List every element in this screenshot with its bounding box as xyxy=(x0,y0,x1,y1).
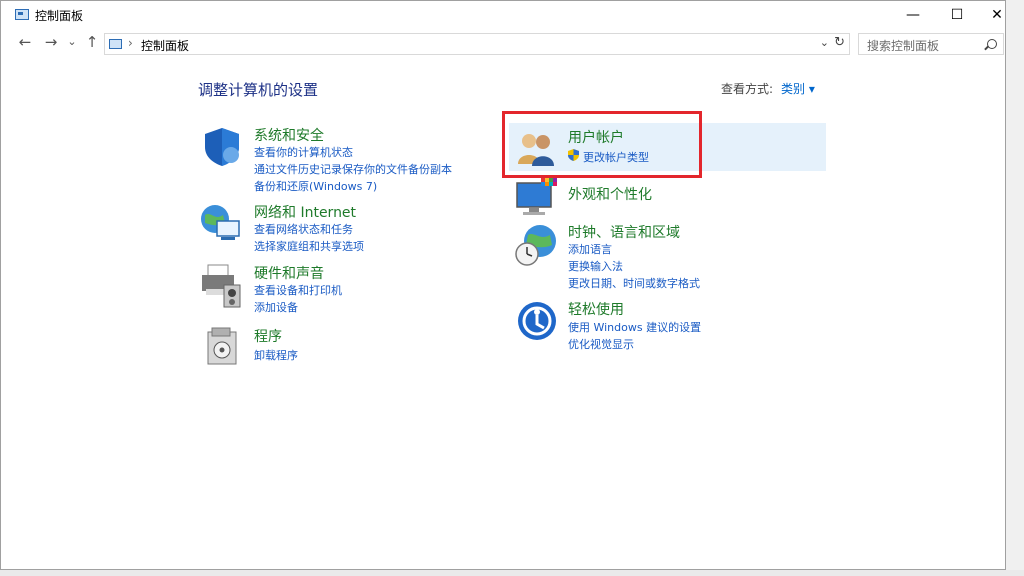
minimize-button[interactable]: — xyxy=(891,1,935,29)
search-icon[interactable] xyxy=(987,39,997,49)
category-hardware-sound[interactable]: 硬件和声音 xyxy=(254,263,324,283)
search-input[interactable]: 搜索控制面板 xyxy=(858,33,1004,55)
breadcrumb-control-panel[interactable]: 控制面板 xyxy=(141,37,189,54)
category-programs[interactable]: 程序 xyxy=(254,326,282,346)
link-devices-printers[interactable]: 查看设备和打印机 xyxy=(254,282,342,298)
printer-speaker-icon[interactable] xyxy=(200,263,244,309)
network-globe-icon[interactable] xyxy=(199,201,243,245)
category-ease-of-access[interactable]: 轻松使用 xyxy=(568,299,624,319)
link-network-status[interactable]: 查看网络状态和任务 xyxy=(254,221,353,237)
view-by-label: 查看方式: xyxy=(721,82,774,96)
link-file-history[interactable]: 通过文件历史记录保存你的文件备份副本 xyxy=(254,161,452,177)
link-view-computer-status[interactable]: 查看你的计算机状态 xyxy=(254,144,353,160)
window-title: 控制面板 xyxy=(35,9,84,23)
up-arrow-icon[interactable]: ↑ xyxy=(83,33,101,51)
programs-icon[interactable] xyxy=(206,326,242,366)
desktop-bottom-edge xyxy=(0,570,1024,576)
link-windows-recommended-settings[interactable]: 使用 Windows 建议的设置 xyxy=(568,319,701,335)
monitor-palette-icon[interactable] xyxy=(515,177,559,217)
link-homegroup-sharing[interactable]: 选择家庭组和共享选项 xyxy=(254,238,364,254)
title-bar[interactable]: 控制面板 — ☐ ✕ xyxy=(1,1,1005,29)
category-clock-language-region[interactable]: 时钟、语言和区域 xyxy=(568,222,680,242)
navigation-bar: ← → ⌄ ↑ › 控制面板 ⌄ ↻ 搜索控制面板 xyxy=(1,31,1005,57)
maximize-button[interactable]: ☐ xyxy=(935,1,979,29)
link-backup-restore[interactable]: 备份和还原(Windows 7) xyxy=(254,178,377,194)
link-change-date-time-format[interactable]: 更改日期、时间或数字格式 xyxy=(568,275,700,291)
link-uninstall-program[interactable]: 卸载程序 xyxy=(254,347,298,363)
view-by-dropdown[interactable]: 类别 ▾ xyxy=(781,80,815,97)
recent-locations-chevron-icon[interactable]: ⌄ xyxy=(63,35,81,48)
page-title: 调整计算机的设置 xyxy=(198,81,319,99)
desktop-edge xyxy=(1006,0,1024,576)
back-arrow-icon[interactable]: ← xyxy=(16,33,34,51)
category-network-internet[interactable]: 网络和 Internet xyxy=(254,202,356,222)
red-annotation-box xyxy=(502,111,702,178)
breadcrumb-chevron-icon[interactable]: › xyxy=(128,36,133,50)
shield-icon[interactable] xyxy=(201,125,243,167)
address-bar[interactable]: › 控制面板 ⌄ ↻ xyxy=(104,33,850,55)
link-add-language[interactable]: 添加语言 xyxy=(568,241,612,257)
link-add-device[interactable]: 添加设备 xyxy=(254,299,298,315)
refresh-icon[interactable]: ↻ xyxy=(834,35,845,50)
control-panel-icon xyxy=(15,9,29,20)
address-dropdown-icon[interactable]: ⌄ xyxy=(820,36,829,49)
control-panel-window: 控制面板 — ☐ ✕ ← → ⌄ ↑ › 控制面板 ⌄ ↻ 搜索控制面板 调整计… xyxy=(0,0,1006,570)
link-optimize-visual-display[interactable]: 优化视觉显示 xyxy=(568,336,634,352)
search-placeholder: 搜索控制面板 xyxy=(867,39,940,53)
clock-globe-icon[interactable] xyxy=(514,223,558,269)
category-appearance-personalization[interactable]: 外观和个性化 xyxy=(568,184,652,204)
forward-arrow-icon[interactable]: → xyxy=(42,33,60,51)
ease-of-access-icon[interactable] xyxy=(516,300,558,342)
category-system-security[interactable]: 系统和安全 xyxy=(254,125,324,145)
link-change-input-method[interactable]: 更换输入法 xyxy=(568,258,623,274)
control-panel-icon xyxy=(109,39,122,49)
